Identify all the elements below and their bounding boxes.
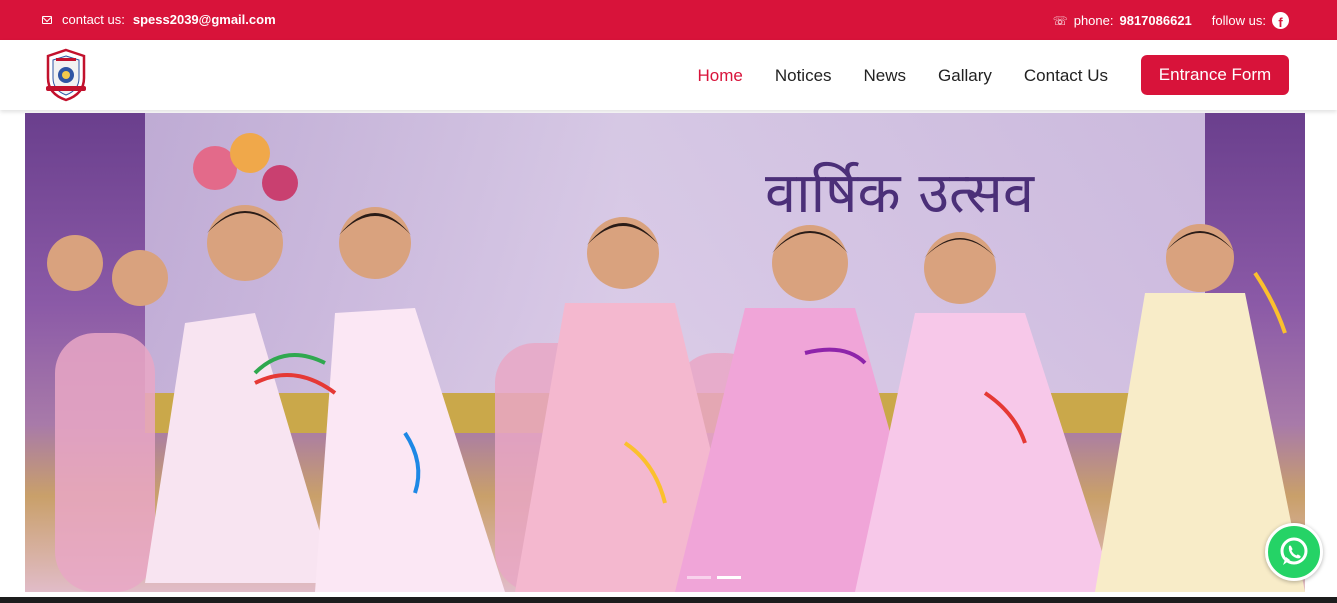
phone-number[interactable]: 9817086621 [1119, 13, 1191, 28]
school-logo[interactable] [40, 48, 92, 102]
phone-icon: ☏ [1052, 13, 1068, 28]
carousel-indicators[interactable] [687, 576, 741, 579]
hero-photo [47, 133, 1305, 592]
hero-carousel[interactable]: वार्षिक उत्सव [25, 113, 1305, 592]
contact-label: contact us: [62, 12, 125, 27]
follow-label: follow us: [1211, 13, 1266, 28]
contact-email[interactable]: contact us: spess2039@gmail.com [42, 12, 276, 27]
phone-label: phone: [1073, 13, 1114, 28]
bottom-bar [0, 597, 1337, 603]
top-bar: contact us: spess2039@gmail.com ☏ phone:… [0, 0, 1337, 40]
whatsapp-glyph [1280, 537, 1308, 565]
whatsapp-icon[interactable] [1265, 523, 1323, 581]
nav-home[interactable]: Home [697, 66, 742, 86]
carousel-dot-active[interactable] [717, 576, 741, 579]
email-link[interactable]: spess2039@gmail.com [133, 12, 276, 27]
nav-contact-us[interactable]: Contact Us [1024, 66, 1108, 86]
entrance-form-button[interactable]: Entrance Form [1141, 55, 1289, 95]
mail-icon [42, 15, 52, 24]
navbar: Home Notices News Gallary Contact Us Ent… [0, 40, 1337, 110]
facebook-icon[interactable]: f [1272, 12, 1289, 29]
nav-gallary[interactable]: Gallary [938, 66, 992, 86]
nav-news[interactable]: News [864, 66, 907, 86]
nav-notices[interactable]: Notices [775, 66, 832, 86]
carousel-dot[interactable] [687, 576, 711, 579]
